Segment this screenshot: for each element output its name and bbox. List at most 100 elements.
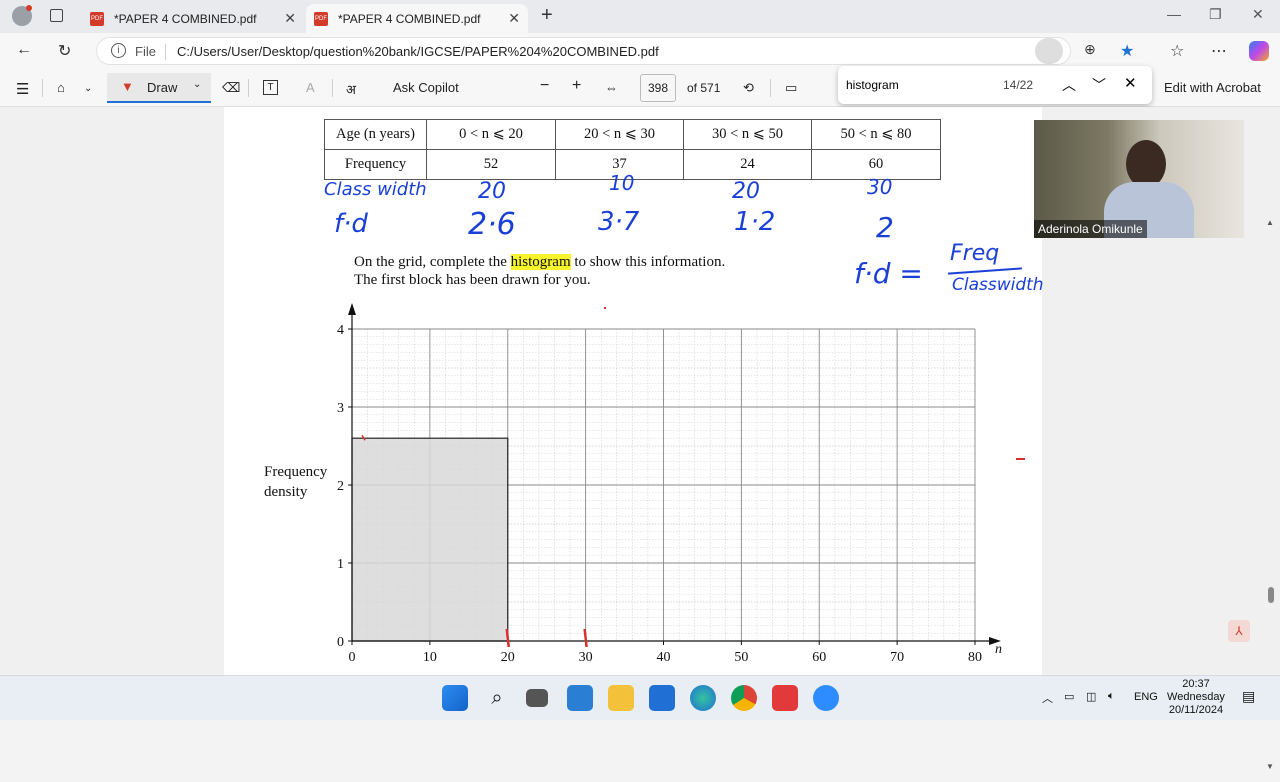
tab-actions-icon[interactable] (50, 9, 63, 22)
network-icon[interactable]: ◫ (1086, 690, 1096, 703)
chrome-icon[interactable] (731, 685, 757, 711)
page-total: of 571 (687, 81, 721, 95)
tab-title: *PAPER 4 COMBINED.pdf (338, 11, 481, 26)
find-bar: histogram 14/22 ︿ ﹀ ✕ (838, 66, 1152, 104)
title-bar: PDF *PAPER 4 COMBINED.pdf ✕ PDF *PAPER 4… (0, 0, 1280, 33)
address-field[interactable]: i File C:/Users/User/Desktop/question%20… (96, 37, 1071, 65)
handwritten-class-width: 20 (478, 179, 506, 204)
url-text: C:/Users/User/Desktop/question%20bank/IG… (177, 44, 659, 59)
handwritten-fd-label: f·d (334, 209, 368, 239)
zoom-app-icon[interactable] (813, 685, 839, 711)
chevron-down-icon: ⌄ (193, 79, 202, 90)
zoom-in-icon[interactable]: + (572, 77, 581, 95)
battery-icon[interactable]: ▭ (1064, 690, 1074, 703)
translate-icon[interactable]: अ (346, 80, 356, 98)
draw-button[interactable]: ▼ Draw ⌄ (107, 73, 211, 103)
divider (770, 79, 771, 97)
file-label: File (135, 44, 156, 59)
notification-dot (26, 5, 32, 11)
myscript-icon[interactable] (772, 685, 798, 711)
y-tick-label: 3 (337, 401, 344, 416)
tab-pdf-2[interactable]: PDF *PAPER 4 COMBINED.pdf ✕ (306, 4, 528, 33)
pdf-file-icon: PDF (314, 11, 328, 26)
zoom-out-icon[interactable]: − (540, 77, 549, 95)
info-icon[interactable]: i (111, 43, 126, 58)
x-axis-arrow (989, 637, 1001, 645)
eraser-icon[interactable]: ⌫ (222, 80, 240, 96)
histogram-bar (351, 437, 509, 642)
file-explorer-icon[interactable] (608, 685, 634, 711)
edge-icon[interactable] (690, 685, 716, 711)
close-tab-icon[interactable]: ✕ (508, 10, 520, 27)
table-cell: 52 (426, 149, 556, 180)
scrollbar-thumb[interactable] (1268, 587, 1274, 603)
divider (248, 79, 249, 97)
favorite-star-icon[interactable]: ★ (1120, 41, 1134, 61)
person-silhouette (1126, 140, 1166, 188)
language-indicator[interactable]: ENG (1134, 691, 1158, 703)
back-icon[interactable]: ← (16, 41, 32, 59)
contents-icon[interactable]: ☰ (16, 80, 29, 98)
text-format-icon[interactable]: A (306, 80, 315, 95)
handwritten-fraction-line (948, 267, 1022, 275)
chevron-down-icon[interactable]: ⌄ (84, 83, 92, 94)
x-tick-label: 10 (423, 650, 437, 665)
copilot-icon[interactable] (1249, 41, 1269, 61)
ask-copilot-button[interactable]: Ask Copilot (393, 80, 459, 95)
handwritten-class-width: 20 (732, 179, 760, 204)
fit-width-icon[interactable]: ⇔ (605, 80, 618, 95)
close-tab-icon[interactable]: ✕ (284, 10, 296, 27)
acrobat-icon[interactable]: ⅄ (1228, 620, 1250, 642)
handwritten-class-width-label: Class width (324, 179, 427, 200)
previous-match-icon[interactable]: ︿ (1062, 75, 1076, 95)
zoom-icon[interactable]: ⊕ (1084, 41, 1096, 58)
y-axis-label: Frequency density (264, 464, 328, 500)
x-tick-label: 80 (968, 650, 982, 665)
close-find-icon[interactable]: ✕ (1124, 74, 1137, 92)
restore-icon[interactable]: ❐ (1209, 6, 1222, 23)
tray-overflow-icon[interactable]: ︿ (1042, 690, 1053, 706)
page-view-icon[interactable]: ▭ (785, 80, 797, 96)
handwritten-formula-lhs: f·d = (854, 257, 923, 290)
text-box-icon[interactable]: T (263, 80, 278, 95)
table-cell: 20 < n ⩽ 30 (555, 119, 684, 150)
task-view-icon[interactable] (526, 689, 548, 707)
volume-icon[interactable]: 🔈︎ (1108, 690, 1115, 703)
divider (165, 44, 166, 60)
y-tick-label: 4 (337, 323, 344, 338)
webcam-name-tag: Aderinola Omikunle (1034, 220, 1147, 238)
notification-icon[interactable]: ▤ (1242, 688, 1255, 705)
pdf-viewer: Age (n years) 0 < n ⩽ 20 20 < n ⩽ 30 30 … (0, 107, 1280, 771)
minimize-icon[interactable]: — (1167, 6, 1181, 22)
clock[interactable]: 20:37 Wednesday 20/11/2024 (1163, 678, 1229, 717)
close-window-icon[interactable]: ✕ (1252, 6, 1264, 23)
scroll-down-arrow[interactable]: ▼ (1266, 762, 1274, 771)
handwritten-fd-value: 1·2 (734, 207, 776, 237)
y-tick-label: 1 (337, 557, 344, 572)
clock-day: Wednesday (1167, 691, 1225, 703)
address-bar-row: ← ↻ i File C:/Users/User/Desktop/questio… (0, 33, 1280, 69)
highlight-icon[interactable]: ⌂ (57, 80, 65, 95)
question-text: On the grid, complete the (354, 254, 511, 270)
windows-start-icon[interactable] (442, 685, 468, 711)
table-cell: 30 < n ⩽ 50 (683, 119, 812, 150)
store-icon[interactable] (649, 685, 675, 711)
search-icon[interactable]: ⌕ (484, 685, 510, 711)
edit-with-acrobat-button[interactable]: Edit with Acrobat (1164, 80, 1261, 95)
refresh-icon[interactable]: ↻ (58, 41, 71, 61)
favorites-icon[interactable]: ☆ (1170, 41, 1184, 61)
page-number-input[interactable]: 398 (640, 74, 676, 102)
x-tick-label: 60 (812, 650, 826, 665)
next-match-icon[interactable]: ﹀ (1092, 75, 1106, 95)
scroll-up-arrow[interactable]: ▲ (1266, 218, 1274, 227)
question-line-1: On the grid, complete the histogram to s… (354, 254, 725, 271)
widgets-icon[interactable] (567, 685, 593, 711)
find-input[interactable]: histogram (846, 78, 899, 92)
read-aloud-icon[interactable] (1035, 38, 1063, 64)
pdf-page: Age (n years) 0 < n ⩽ 20 20 < n ⩽ 30 30 … (224, 107, 1044, 675)
question-text: to show this information. (570, 254, 726, 270)
new-tab-icon[interactable]: + (541, 4, 553, 27)
tab-pdf-1[interactable]: PDF *PAPER 4 COMBINED.pdf ✕ (82, 4, 304, 33)
more-icon[interactable]: ⋯ (1211, 41, 1227, 61)
rotate-icon[interactable]: ⟲ (743, 80, 754, 96)
